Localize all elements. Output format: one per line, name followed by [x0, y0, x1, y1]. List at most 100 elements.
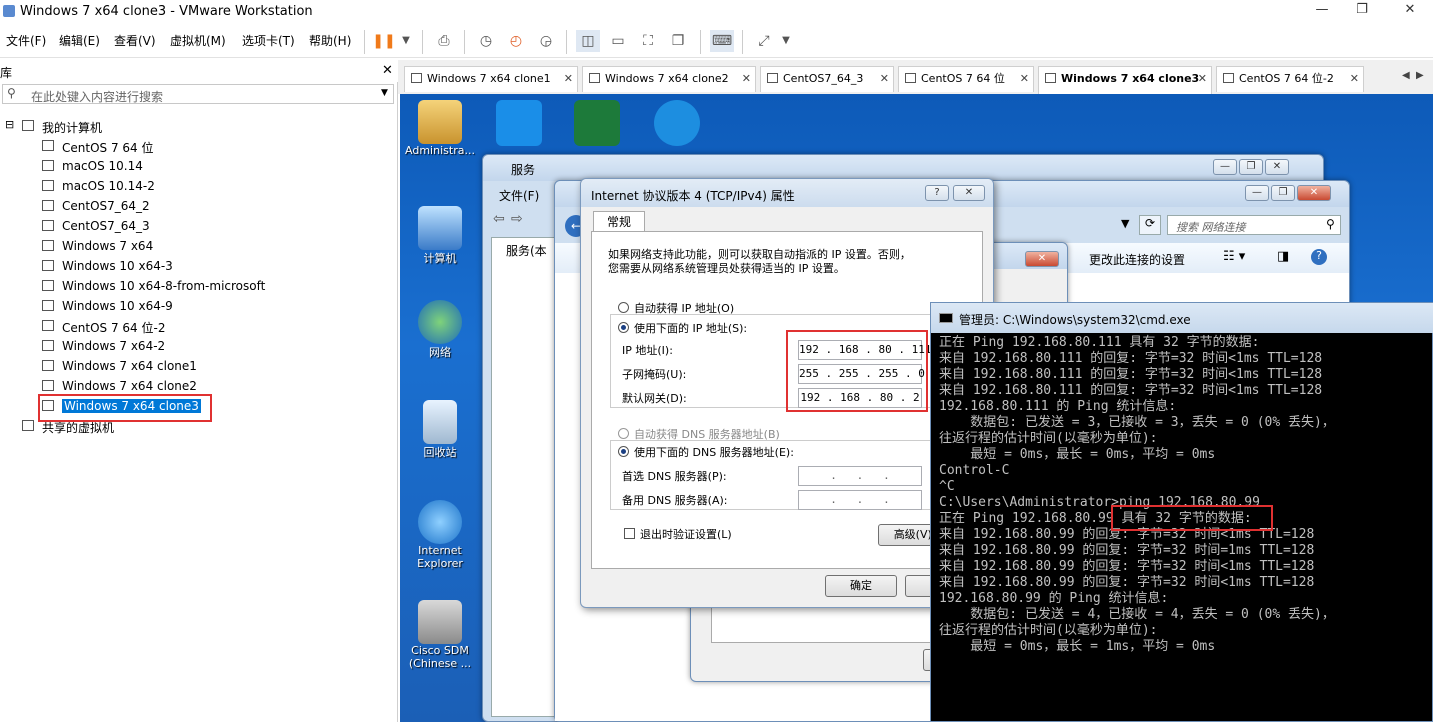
collapse-icon[interactable]: ⊟	[5, 118, 14, 131]
library-search[interactable]: ⚲ 在此处键入内容进行搜索 ▼	[2, 84, 394, 104]
minimize-button[interactable]: —	[1245, 185, 1269, 201]
services-menu-file[interactable]: 文件(F)	[499, 187, 539, 204]
chevron-down-icon[interactable]: ▼	[394, 30, 418, 52]
send-keys-icon[interactable]: ⎙	[432, 30, 456, 52]
preview-pane-icon[interactable]: ◨	[1277, 249, 1289, 264]
netconn-search[interactable]: 搜索 网络连接 ⚲	[1167, 215, 1341, 235]
tab-clone1[interactable]: Windows 7 x64 clone1 ✕	[404, 66, 578, 92]
close-button[interactable]: ✕	[953, 185, 985, 201]
view-options-icon[interactable]: ☷ ▾	[1223, 249, 1245, 264]
tab-clone3[interactable]: Windows 7 x64 clone3 ✕	[1038, 66, 1212, 94]
close-tab-icon[interactable]: ✕	[880, 67, 889, 91]
k-app-icon[interactable]	[654, 100, 700, 146]
cmd-line: 往返行程的估计时间(以毫秒为单位):	[939, 623, 1158, 638]
app-shortcut-icon[interactable]	[496, 100, 542, 146]
tree-vm-item[interactable]: CentOS7_64_3	[0, 216, 398, 236]
vm-icon	[1223, 73, 1234, 83]
tree-vm-item[interactable]: CentOS7_64_2	[0, 196, 398, 216]
toolbar-separator	[566, 30, 567, 54]
cmd-output[interactable]: 正在 Ping 192.168.80.111 具有 32 字节的数据: 来自 19…	[939, 335, 1433, 655]
tree-my-computer[interactable]: 我的计算机 ⊟	[0, 116, 398, 136]
close-button[interactable]: ✕	[1297, 185, 1331, 201]
close-button[interactable]: ✕	[1025, 251, 1059, 267]
refresh-icon[interactable]: ⟳	[1139, 215, 1161, 235]
snapshot-manager-icon[interactable]: ◶	[534, 30, 558, 52]
alternate-dns-field[interactable]: . . .	[798, 490, 922, 510]
menu-help[interactable]: 帮助(H)	[309, 32, 351, 49]
auto-ip-radio[interactable]	[618, 302, 629, 313]
preferred-dns-field[interactable]: . . .	[798, 466, 922, 486]
pause-icon[interactable]: ❚❚	[372, 30, 396, 52]
manual-dns-radio[interactable]	[618, 446, 629, 457]
menu-vm[interactable]: 虚拟机(M)	[170, 32, 226, 49]
manual-ip-radio[interactable]	[618, 322, 629, 333]
tree-vm-item[interactable]: CentOS 7 64 位	[0, 136, 398, 156]
fullscreen-icon[interactable]: ⛶	[636, 30, 660, 52]
tree-vm-item[interactable]: Windows 10 x64-3	[0, 256, 398, 276]
menu-view[interactable]: 查看(V)	[114, 32, 156, 49]
ok-button[interactable]: 确定	[825, 575, 897, 597]
tree-vm-item[interactable]: CentOS 7 64 位-2	[0, 316, 398, 336]
help-icon[interactable]: ?	[1311, 249, 1327, 265]
menu-edit[interactable]: 编辑(E)	[59, 32, 100, 49]
tree-vm-item[interactable]: macOS 10.14	[0, 156, 398, 176]
desktop-icon-computer[interactable]: 计算机	[402, 206, 478, 266]
tab-centos-7-64[interactable]: CentOS 7 64 位 ✕	[898, 66, 1034, 92]
close-tab-icon[interactable]: ✕	[564, 67, 573, 91]
close-library-icon[interactable]: ✕	[382, 63, 393, 78]
tab-scroll-right-icon[interactable]: ▶	[1416, 70, 1424, 81]
desktop-icon-recycle-bin[interactable]: 回收站	[402, 400, 478, 460]
chevron-down-icon[interactable]: ▼	[381, 88, 388, 98]
vm-icon	[42, 200, 54, 211]
close-tab-icon[interactable]: ✕	[1350, 67, 1359, 91]
menu-file[interactable]: 文件(F)	[6, 32, 46, 49]
close-tab-icon[interactable]: ✕	[742, 67, 751, 91]
tree-vm-item[interactable]: Windows 10 x64-8-from-microsoft	[0, 276, 398, 296]
desktop-icon-administrator[interactable]: Administra...	[402, 100, 478, 157]
close-tab-icon[interactable]: ✕	[1198, 67, 1207, 91]
maximize-button[interactable]: ❐	[1352, 2, 1372, 17]
desktop-icon-network[interactable]: 网络	[402, 300, 478, 360]
excel-icon[interactable]	[574, 100, 620, 146]
chevron-down-icon[interactable]: ▼	[1121, 217, 1129, 230]
desktop-icon-ie[interactable]: Internet Explorer	[402, 500, 478, 570]
chevron-down-icon[interactable]: ▼	[774, 30, 798, 52]
minimize-button[interactable]: —	[1312, 2, 1332, 17]
stretch-icon[interactable]: ⤢	[752, 30, 776, 52]
maximize-button[interactable]: ❐	[1239, 159, 1263, 175]
minimize-button[interactable]: —	[1213, 159, 1237, 175]
auto-dns-radio[interactable]	[618, 428, 629, 439]
desktop-icon-cisco-sdm[interactable]: Cisco SDM (Chinese ...	[402, 600, 478, 670]
console-view-icon[interactable]: ▭	[606, 30, 630, 52]
tree-vm-item[interactable]: Windows 10 x64-9	[0, 296, 398, 316]
help-button[interactable]: ?	[925, 185, 949, 201]
revert-snapshot-icon[interactable]: ◴	[504, 30, 528, 52]
close-tab-icon[interactable]: ✕	[1020, 67, 1029, 91]
sidebar-view-icon[interactable]: ◫	[576, 30, 600, 52]
tree-item-label: Windows 7 x64-2	[62, 339, 166, 353]
unity-icon[interactable]: ❐	[666, 30, 690, 52]
tab-centos-7-64-2[interactable]: CentOS 7 64 位-2 ✕	[1216, 66, 1364, 92]
search-input[interactable]: 在此处键入内容进行搜索	[31, 88, 163, 105]
back-arrow-icon[interactable]: ⇦	[493, 211, 505, 227]
terminal-icon[interactable]: ⌨	[710, 30, 734, 52]
tree-vm-item[interactable]: macOS 10.14-2	[0, 176, 398, 196]
snapshot-icon[interactable]: ◷	[474, 30, 498, 52]
menu-tabs[interactable]: 选项卡(T)	[242, 32, 295, 49]
search-input[interactable]: 搜索 网络连接	[1176, 219, 1246, 235]
tab-clone2[interactable]: Windows 7 x64 clone2 ✕	[582, 66, 756, 92]
tab-scroll-left-icon[interactable]: ◀	[1402, 70, 1410, 81]
close-button[interactable]: ✕	[1400, 2, 1420, 17]
tab-general[interactable]: 常规	[593, 211, 645, 233]
maximize-button[interactable]: ❐	[1271, 185, 1295, 201]
tree-vm-item[interactable]: Windows 7 x64 clone1	[0, 356, 398, 376]
tree-vm-item[interactable]: Windows 7 x64	[0, 236, 398, 256]
close-button[interactable]: ✕	[1265, 159, 1289, 175]
validate-checkbox[interactable]	[624, 528, 635, 539]
tab-centos7-64-3[interactable]: CentOS7_64_3 ✕	[760, 66, 894, 92]
forward-arrow-icon[interactable]: ⇨	[511, 211, 523, 227]
services-tree-item[interactable]: 服务(本	[506, 242, 547, 259]
tree-vm-item[interactable]: Windows 7 x64-2	[0, 336, 398, 356]
change-settings-link[interactable]: 更改此连接的设置	[1089, 251, 1185, 268]
tree-vm-item[interactable]: Windows 7 x64 clone2	[0, 376, 398, 396]
